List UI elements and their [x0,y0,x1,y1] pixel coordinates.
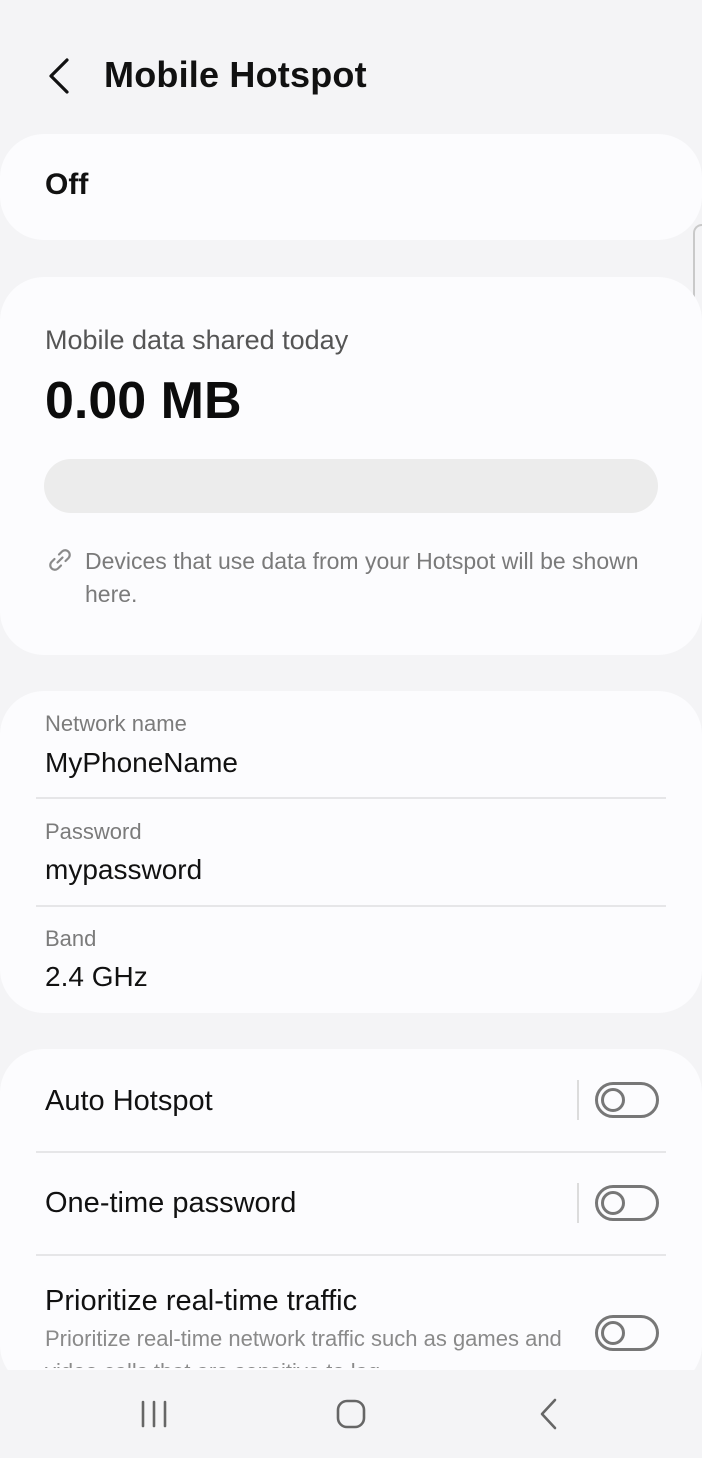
home-icon [336,1399,366,1429]
home-button[interactable] [321,1392,381,1436]
hotspot-options-card: Auto Hotspot One-time password Prioritiz… [0,1049,702,1389]
toggle-knob [601,1088,625,1112]
prioritize-traffic-row[interactable]: Prioritize real-time traffic Prioritize … [0,1256,702,1368]
chevron-left-icon [49,58,69,94]
toggle-knob [601,1321,625,1345]
prioritize-traffic-toggle[interactable] [595,1315,659,1351]
band-field[interactable]: Band 2.4 GHz [0,907,702,1013]
back-button[interactable] [34,50,82,102]
divider [577,1080,579,1120]
usage-value: 0.00 MB [45,372,242,430]
auto-hotspot-toggle[interactable] [595,1082,659,1118]
system-navigation-bar [0,1370,702,1458]
one-time-password-label: One-time password [45,1187,297,1219]
auto-hotspot-label: Auto Hotspot [45,1085,213,1117]
master-switch-label: Off [45,168,89,201]
one-time-password-toggle[interactable] [595,1185,659,1221]
usage-label: Mobile data shared today [45,325,349,355]
recent-apps-button[interactable] [124,1392,184,1436]
app-header: Mobile Hotspot [0,40,702,112]
band-label: Band [45,926,97,951]
band-value: 2.4 GHz [45,961,148,992]
page-title: Mobile Hotspot [104,54,367,95]
password-value: mypassword [45,854,203,885]
toggle-knob [601,1191,625,1215]
divider [577,1183,579,1223]
usage-hint-text: Devices that use data from your Hotspot … [85,548,639,607]
prioritize-traffic-label: Prioritize real-time traffic [45,1285,358,1317]
network-name-field[interactable]: Network name MyPhoneName [0,691,702,797]
prioritize-traffic-description: Prioritize real-time network traffic suc… [45,1326,562,1368]
auto-hotspot-row[interactable]: Auto Hotspot [0,1049,702,1151]
nav-back-button[interactable] [518,1392,578,1436]
usage-progress-bar [44,459,658,513]
password-field[interactable]: Password mypassword [0,799,702,905]
back-icon [540,1398,557,1430]
hotspot-master-switch-row[interactable]: Off [0,134,702,338]
network-name-value: MyPhoneName [45,747,238,778]
link-icon [49,549,71,571]
password-label: Password [45,819,142,844]
network-name-label: Network name [45,711,187,736]
data-usage-card: Mobile data shared today 0.00 MB Devices… [0,277,702,655]
recent-apps-icon [141,1400,167,1428]
network-settings-card: Network name MyPhoneName Password mypass… [0,691,702,1013]
one-time-password-row[interactable]: One-time password [0,1153,702,1255]
